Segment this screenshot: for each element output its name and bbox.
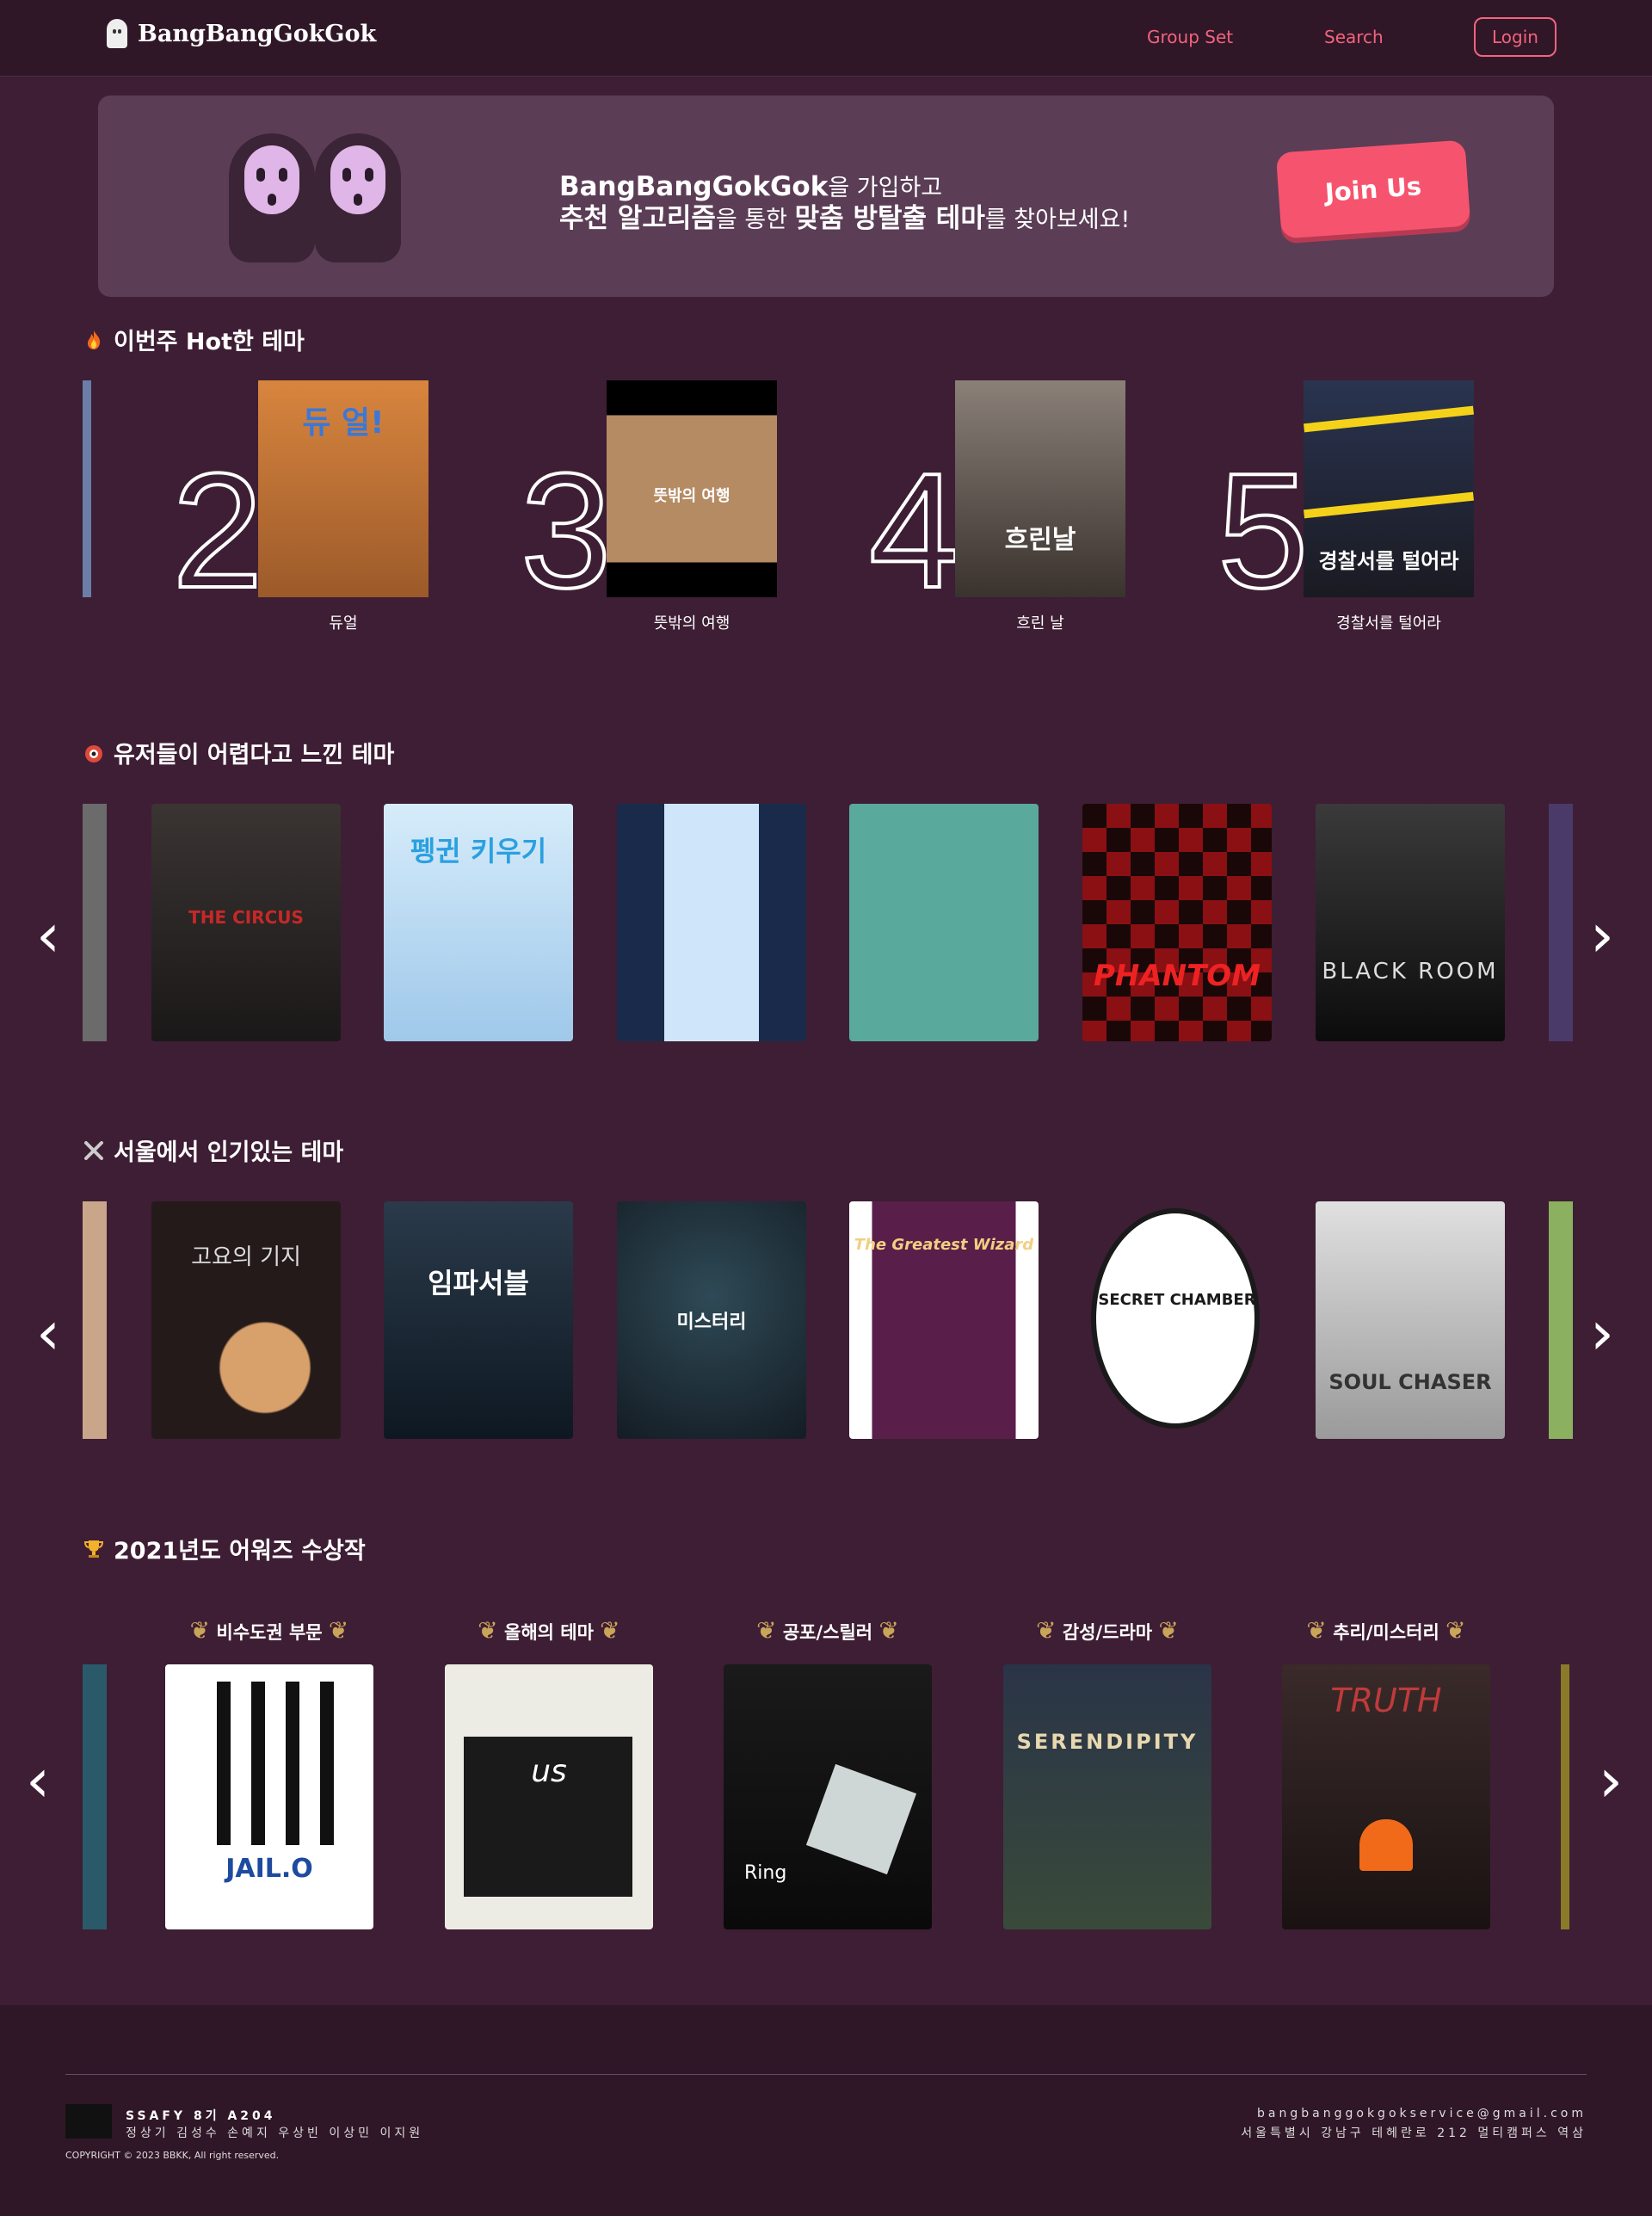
hot-poster[interactable]: 뜻밖의 여행 [607,380,777,597]
nav-group-set[interactable]: Group Set [1147,27,1233,47]
footer-copyright: COPYRIGHT © 2023 BBKK, All right reserve… [65,2150,280,2161]
rank-number: 5 [1216,440,1310,622]
hot-theme-name: 뜻밖의 여행 [653,614,730,633]
seoul-partial-poster-left [83,1201,107,1439]
ghost-illustration-icon [229,133,315,262]
seoul-prev-arrow-icon[interactable]: ‹ [36,1303,60,1363]
hard-poster[interactable] [849,804,1039,1041]
seoul-poster[interactable]: The Greatest Wizard [849,1201,1039,1439]
award-prev-arrow-icon[interactable]: ‹ [26,1750,50,1811]
hot-poster[interactable]: 듀 얼! [258,380,428,597]
hot-theme-name: 듀얼 [329,614,358,633]
trophy-icon [83,1538,105,1560]
seoul-partial-poster-right [1549,1201,1573,1439]
laurel-icon: ❦ [328,1616,349,1645]
seoul-poster[interactable]: 고요의 기지 [151,1201,341,1439]
award-category-label: ❦ 감성/드라마 ❦ [1036,1616,1179,1645]
award-partial-poster-right [1561,1664,1569,1929]
seoul-poster[interactable]: 임파서블 [384,1201,573,1439]
footer-address: 서울특별시 강남구 테헤란로 212 멀티캠퍼스 역삼 [1241,2126,1587,2140]
footer-names: 정상기 김성수 손예지 우상빈 이상민 이지원 [126,2126,424,2140]
award-next-arrow-icon[interactable]: › [1599,1750,1623,1811]
award-poster[interactable]: TRUTH [1282,1664,1490,1929]
ghost-logo-icon [107,19,127,48]
ghost-illustration-icon [315,133,401,262]
hard-section-title: 유저들이 어렵다고 느낀 테마 [83,736,394,769]
laurel-icon: ❦ [478,1616,498,1645]
logo[interactable]: BangBangGokGok [107,19,376,48]
footer-email[interactable]: bangbanggokgokservice@gmail.com [1257,2107,1587,2120]
laurel-icon: ❦ [1036,1616,1057,1645]
laurel-icon: ❦ [756,1616,777,1645]
hot-item[interactable]: 5 경찰서를 털어라 경찰서를 털어라 [1216,380,1493,639]
award-category-label: ❦ 추리/미스터리 ❦ [1306,1616,1466,1645]
hot-poster[interactable]: 흐린날 [955,380,1125,597]
footer-divider [65,2074,1587,2075]
seoul-poster[interactable]: 미스터리 [617,1201,806,1439]
hot-theme-name: 경찰서를 털어라 [1336,614,1441,633]
award-partial-poster-left [83,1664,107,1929]
banner-line-2: 추천 알고리즘을 통한 맞춤 방탈출 테마를 찾아보세요! [559,203,1131,234]
hard-next-arrow-icon[interactable]: › [1590,905,1614,966]
devil-face-icon [83,742,105,764]
hot-theme-name: 흐린 날 [1016,614,1064,633]
award-category-label: ❦ 비수도권 부문 ❦ [189,1616,349,1645]
join-us-button[interactable]: Join Us [1275,139,1471,239]
hard-poster[interactable]: 펭귄 키우기 [384,804,573,1041]
award-poster[interactable]: us [445,1664,653,1929]
seoul-poster[interactable]: SECRET CHAMBER [1082,1201,1272,1439]
hard-prev-arrow-icon[interactable]: ‹ [36,905,60,966]
footer-team: SSAFY 8기 A204 [126,2109,276,2123]
laurel-icon: ❦ [878,1616,899,1645]
hard-poster[interactable]: THE CIRCUS [151,804,341,1041]
hot-item[interactable]: 2 듀 얼! 듀얼 [170,380,447,639]
award-poster[interactable]: SERENDIPITY [1003,1664,1211,1929]
hard-poster[interactable] [617,804,806,1041]
rank-number: 4 [867,440,962,622]
laurel-icon: ❦ [1446,1616,1466,1645]
hot-item[interactable]: 4 흐린날 흐린 날 [867,380,1144,639]
laurel-icon: ❦ [189,1616,211,1645]
ssafy-logo-icon [65,2104,112,2139]
awards-section-title: 2021년도 어워즈 수상작 [83,1532,366,1565]
hot-item[interactable]: 3 뜻밖의 여행 뜻밖의 여행 [519,380,796,639]
hot-section-title: 이번주 Hot한 테마 [83,323,305,356]
seoul-poster[interactable]: SOUL CHASER [1316,1201,1505,1439]
fire-icon [83,329,105,351]
hard-partial-poster-left [83,804,107,1041]
award-poster[interactable]: Ring [724,1664,932,1929]
nav-search[interactable]: Search [1324,27,1384,47]
rank-number: 2 [170,440,265,622]
hard-poster[interactable]: BLACK ROOM [1316,804,1505,1041]
hot-poster[interactable]: 경찰서를 털어라 [1304,380,1474,597]
login-button[interactable]: Login [1474,17,1556,57]
award-poster[interactable]: JAIL.O [165,1664,373,1929]
award-category-label: ❦ 공포/스릴러 ❦ [756,1616,899,1645]
hard-poster[interactable]: PHANTOM [1082,804,1272,1041]
crossed-tools-icon [83,1139,105,1162]
seoul-next-arrow-icon[interactable]: › [1590,1303,1614,1363]
laurel-icon: ❦ [600,1616,620,1645]
logo-text: BangBangGokGok [138,20,377,47]
hot-partial-poster [83,380,91,597]
laurel-icon: ❦ [1306,1616,1327,1645]
footer: SSAFY 8기 A204 정상기 김성수 손예지 우상빈 이상민 이지원 CO… [0,2005,1652,2216]
rank-number: 3 [519,440,613,622]
seoul-section-title: 서울에서 인기있는 테마 [83,1133,343,1167]
laurel-icon: ❦ [1158,1616,1179,1645]
award-category-label: ❦ 올해의 테마 ❦ [478,1616,620,1645]
header: BangBangGokGok Group Set Search Login [0,0,1652,77]
hard-partial-poster-right [1549,804,1573,1041]
